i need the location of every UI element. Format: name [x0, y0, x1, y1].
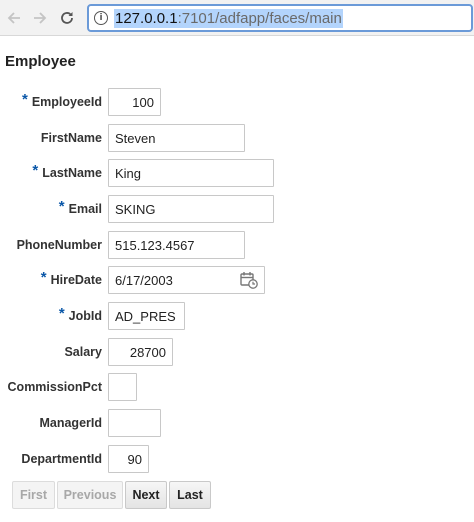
- url-host: 127.0.0.1: [115, 9, 178, 27]
- form-row-email: * Email: [0, 195, 474, 223]
- email-field[interactable]: [108, 195, 274, 223]
- url-path: :7101/adfapp/faces/main: [177, 9, 342, 27]
- phone-number-label: PhoneNumber: [16, 238, 102, 252]
- browser-toolbar: i 127.0.0.1:7101/adfapp/faces/main: [0, 0, 474, 36]
- form-row-employee-id: * EmployeeId: [0, 88, 474, 116]
- page-title: Employee: [5, 53, 76, 70]
- salary-label: Salary: [64, 345, 102, 359]
- form-row-salary: Salary: [0, 338, 474, 366]
- form-row-phone-number: PhoneNumber: [0, 231, 474, 259]
- manager-id-field[interactable]: [108, 409, 161, 437]
- department-id-label: DepartmentId: [21, 452, 102, 466]
- email-label: * Email: [58, 198, 102, 216]
- required-marker: *: [58, 198, 65, 215]
- commission-pct-field[interactable]: [108, 373, 137, 401]
- employee-id-label: * EmployeeId: [21, 91, 102, 109]
- info-icon[interactable]: i: [94, 11, 108, 25]
- last-name-field[interactable]: [108, 159, 274, 187]
- previous-button[interactable]: Previous: [57, 481, 123, 509]
- hire-date-label: * HireDate: [40, 269, 102, 287]
- job-id-field[interactable]: [108, 302, 185, 330]
- employee-id-field[interactable]: [108, 88, 161, 116]
- form-row-hire-date: * HireDate: [0, 266, 474, 294]
- commission-pct-label: CommissionPct: [7, 380, 102, 394]
- first-name-label: FirstName: [40, 131, 102, 145]
- first-name-field[interactable]: [108, 124, 245, 152]
- form-row-job-id: * JobId: [0, 302, 474, 330]
- required-marker: *: [21, 91, 28, 108]
- required-marker: *: [58, 305, 65, 322]
- last-button[interactable]: Last: [169, 481, 211, 509]
- form-row-manager-id: ManagerId: [0, 409, 474, 437]
- last-name-label: * LastName: [32, 162, 102, 180]
- phone-number-field[interactable]: [108, 231, 245, 259]
- salary-field[interactable]: [108, 338, 173, 366]
- manager-id-label: ManagerId: [39, 416, 102, 430]
- next-button[interactable]: Next: [125, 481, 167, 509]
- form-row-commission-pct: CommissionPct: [0, 373, 474, 401]
- department-id-field[interactable]: [108, 445, 149, 473]
- reload-icon[interactable]: [56, 7, 78, 29]
- job-id-label: * JobId: [58, 305, 102, 323]
- calendar-icon[interactable]: [239, 270, 259, 290]
- required-marker: *: [40, 269, 47, 286]
- forward-arrow-icon[interactable]: [29, 7, 51, 29]
- address-bar[interactable]: i 127.0.0.1:7101/adfapp/faces/main: [87, 4, 473, 32]
- form-row-department-id: DepartmentId: [0, 445, 474, 473]
- form-row-last-name: * LastName: [0, 159, 474, 187]
- first-button[interactable]: First: [12, 481, 55, 509]
- url-text: 127.0.0.1:7101/adfapp/faces/main: [114, 8, 343, 28]
- back-arrow-icon[interactable]: [3, 7, 25, 29]
- form-row-first-name: FirstName: [0, 124, 474, 152]
- required-marker: *: [32, 162, 39, 179]
